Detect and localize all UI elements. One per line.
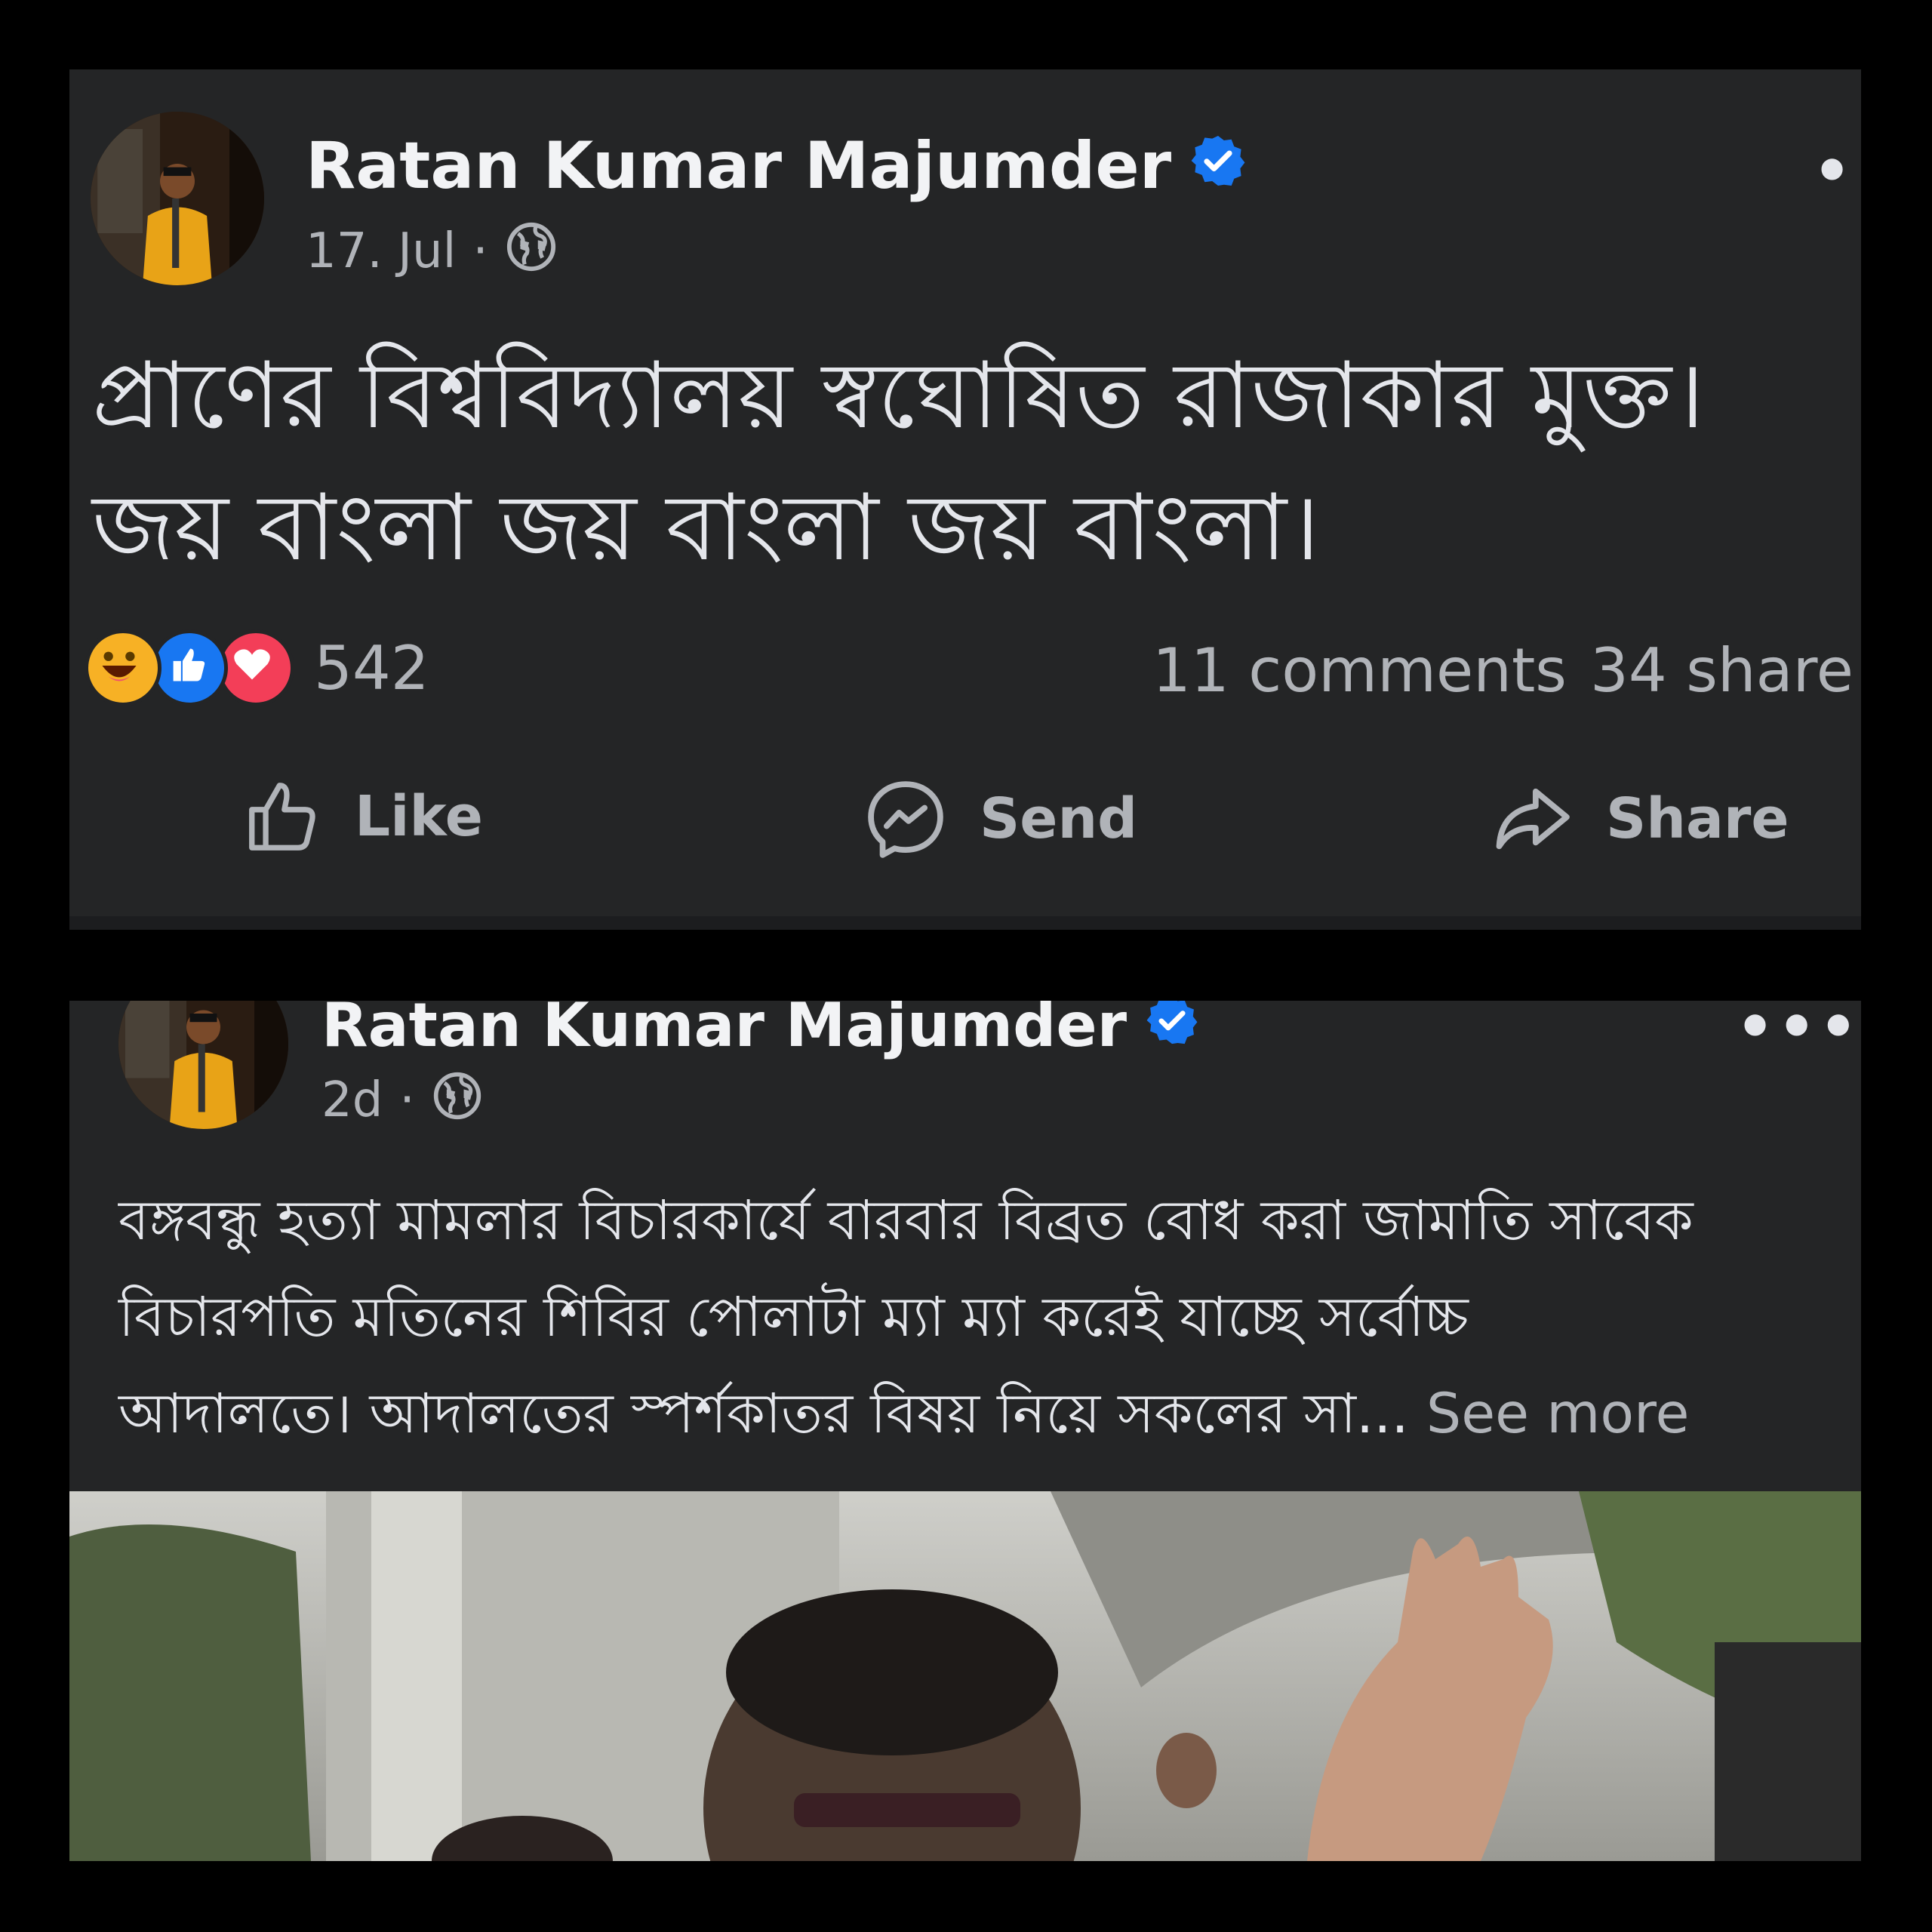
like-label: Like bbox=[355, 784, 483, 849]
like-reaction-icon bbox=[151, 629, 228, 706]
card-bottom-border bbox=[69, 916, 1861, 930]
post-text-line-truncated: আদালতে। আদালতের স্পর্শকাতর বিষয় নিয়ে স… bbox=[118, 1382, 1409, 1446]
share-button[interactable]: Share bbox=[1488, 775, 1789, 863]
post-card: Ratan Kumar Majumder 2d · ••• বঙ্গবন্ধু … bbox=[69, 1001, 1861, 1861]
more-options-icon[interactable]: ••• bbox=[1813, 141, 1861, 202]
like-button[interactable]: Like bbox=[242, 775, 483, 858]
see-more-link[interactable]: See more bbox=[1426, 1382, 1689, 1446]
avatar[interactable] bbox=[91, 112, 264, 285]
post-text: প্রাণের বিশ্ববিদ্যালয় স্বঘোষিত রাজাকার … bbox=[92, 330, 1705, 594]
send-label: Send bbox=[980, 786, 1138, 851]
post-meta: 17. Jul · bbox=[306, 220, 558, 281]
separator-dot: · bbox=[399, 1072, 415, 1128]
comments-count[interactable]: 11 comments bbox=[1152, 635, 1567, 706]
shares-count[interactable]: 34 share bbox=[1590, 635, 1854, 706]
separator-dot: · bbox=[472, 223, 488, 279]
messenger-icon bbox=[868, 781, 943, 858]
reaction-count[interactable]: 542 bbox=[314, 633, 429, 703]
post-text-line: আদালতে। আদালতের স্পর্শকাতর বিষয় নিয়ে স… bbox=[118, 1366, 1824, 1463]
thumbs-up-icon bbox=[249, 783, 315, 851]
send-button[interactable]: Send bbox=[862, 775, 1137, 863]
globe-icon bbox=[505, 220, 558, 281]
post-photo[interactable] bbox=[69, 1491, 1861, 1861]
verified-badge-icon bbox=[1146, 1001, 1198, 1056]
verified-badge-icon bbox=[1191, 134, 1245, 198]
post-card: Ratan Kumar Majumder 17. Jul · ••• প্রাণ… bbox=[69, 69, 1861, 930]
globe-icon bbox=[432, 1070, 483, 1130]
post-text-line: জয় বাংলা জয় বাংলা জয় বাংলা। bbox=[92, 474, 1320, 581]
author-name-text[interactable]: Ratan Kumar Majumder bbox=[321, 1001, 1127, 1056]
author-name[interactable]: Ratan Kumar Majumder bbox=[321, 1001, 1198, 1056]
post-meta: 2d · bbox=[321, 1070, 483, 1130]
share-arrow-icon bbox=[1496, 788, 1570, 850]
reaction-summary[interactable]: 542 bbox=[85, 629, 429, 706]
post-text-line: বিচারপতি মতিনের শিবির পোলাটা ম্যা ম্যা ক… bbox=[118, 1285, 1469, 1349]
share-label: Share bbox=[1606, 786, 1789, 851]
post-text-line: বঙ্গবন্ধু হত্যা মামলার বিচারকার্যে বারবা… bbox=[118, 1189, 1694, 1253]
post-date[interactable]: 17. Jul bbox=[306, 227, 456, 275]
love-reaction-icon bbox=[217, 629, 294, 706]
post-date[interactable]: 2d bbox=[321, 1076, 383, 1124]
author-name[interactable]: Ratan Kumar Majumder bbox=[306, 134, 1245, 198]
avatar[interactable] bbox=[118, 1001, 288, 1129]
author-name-text[interactable]: Ratan Kumar Majumder bbox=[306, 134, 1171, 198]
post-text-line: প্রাণের বিশ্ববিদ্যালয় স্বঘোষিত রাজাকার … bbox=[92, 342, 1705, 449]
more-options-icon[interactable]: ••• bbox=[1736, 1001, 1860, 1057]
haha-reaction-icon bbox=[85, 629, 162, 706]
post-text: বঙ্গবন্ধু হত্যা মামলার বিচারকার্যে বারবা… bbox=[118, 1173, 1824, 1463]
action-bar: Like Send Share bbox=[69, 775, 1861, 866]
